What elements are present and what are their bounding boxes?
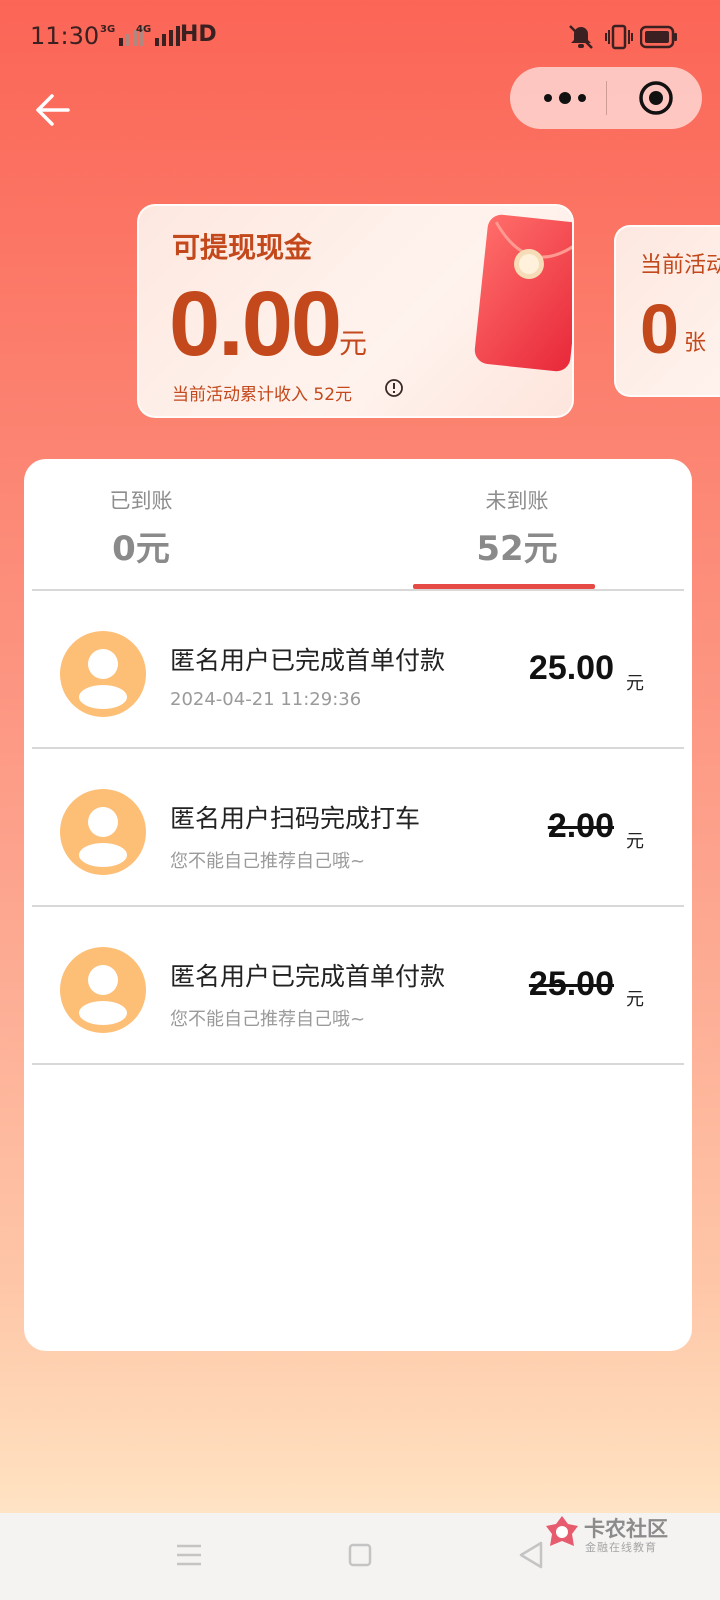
avatar-icon <box>60 789 146 875</box>
coupon-count: 0 <box>640 290 679 368</box>
back-arrow-icon[interactable] <box>32 90 72 130</box>
watermark: 卡农社区 金融在线教育 <box>544 1512 674 1556</box>
record-subtitle: 您不能自己推荐自己哦~ <box>170 851 366 872</box>
record-row[interactable]: 匿名用户已完成首单付款 2024-04-21 11:29:36 25.00 元 <box>32 591 684 749</box>
signal-4g-icon: 4G <box>136 24 181 46</box>
network-4g-label: 4G <box>136 24 152 35</box>
info-icon[interactable] <box>384 378 404 398</box>
record-subtitle: 您不能自己推荐自己哦~ <box>170 1009 366 1030</box>
vibrate-icon <box>605 24 633 50</box>
coupon-card: 当前活动 0 张 <box>614 225 720 397</box>
cash-amount: 0.00 <box>169 273 342 375</box>
tab-arrived-label: 已到账 <box>109 489 173 513</box>
record-row[interactable]: 匿名用户扫码完成打车 您不能自己推荐自己哦~ 2.00 元 <box>32 749 684 907</box>
record-amount: 25.00 <box>528 965 614 1003</box>
record-title: 匿名用户已完成首单付款 <box>170 646 446 675</box>
capsule-divider <box>606 81 607 115</box>
more-dots-icon[interactable] <box>540 87 590 109</box>
cash-card-subtitle: 当前活动累计收入 52元 <box>172 385 353 405</box>
status-bar: 11:30 3G 4G HD <box>0 0 720 72</box>
record-unit: 元 <box>626 673 644 694</box>
red-envelope-icon <box>474 214 572 372</box>
avatar-icon <box>60 631 146 717</box>
record-unit: 元 <box>626 989 644 1010</box>
nav-home-icon[interactable] <box>348 1543 372 1567</box>
tab-pending-label: 未到账 <box>485 489 549 513</box>
cash-card-title: 可提现现金 <box>172 231 313 264</box>
record-subtitle: 2024-04-21 11:29:36 <box>170 689 362 710</box>
watermark-logo-icon <box>546 1516 578 1546</box>
status-time: 11:30 <box>30 22 100 50</box>
tab-pending-value: 52元 <box>476 529 558 569</box>
record-amount: 2.00 <box>547 807 614 845</box>
battery-icon <box>640 25 677 49</box>
tab-arrived-value: 0元 <box>112 529 170 569</box>
network-3g-label: 3G <box>100 24 116 35</box>
target-circle-icon[interactable] <box>638 80 674 116</box>
records-panel: 已到账 0元 未到账 52元 匿名用户已完成首单付款 2024-04-21 11… <box>24 459 692 1351</box>
tab-pending[interactable]: 未到账 52元 <box>358 459 692 587</box>
record-unit: 元 <box>626 831 644 852</box>
hd-label: HD <box>180 22 217 47</box>
nav-menu-icon[interactable] <box>176 1543 202 1567</box>
coupon-card-title: 当前活动 <box>640 253 720 278</box>
avatar-icon <box>60 947 146 1033</box>
watermark-subtitle: 金融在线教育 <box>585 1541 657 1554</box>
record-title: 匿名用户扫码完成打车 <box>170 804 421 833</box>
coupon-unit: 张 <box>684 331 707 356</box>
mute-icon <box>569 25 593 49</box>
record-row[interactable]: 匿名用户已完成首单付款 您不能自己推荐自己哦~ 25.00 元 <box>32 907 684 1065</box>
capsule-menu <box>510 67 702 129</box>
tab-arrived[interactable]: 已到账 0元 <box>24 459 358 587</box>
record-amount: 25.00 <box>528 649 614 687</box>
cash-unit: 元 <box>339 327 368 360</box>
record-title: 匿名用户已完成首单付款 <box>170 962 446 991</box>
nav-back-icon[interactable] <box>518 1541 544 1569</box>
withdrawable-cash-card: 可提现现金 0.00 元 当前活动累计收入 52元 <box>137 204 574 418</box>
row-divider <box>32 1063 684 1065</box>
